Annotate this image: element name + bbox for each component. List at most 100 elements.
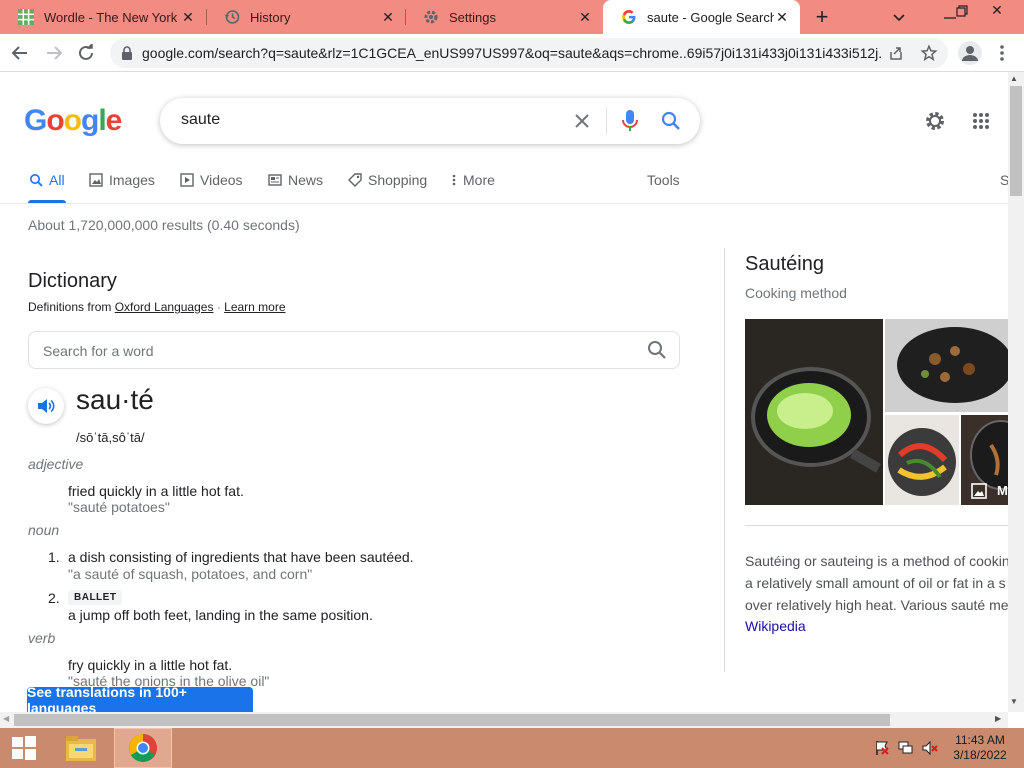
google-g-icon xyxy=(621,9,637,25)
tab-all[interactable]: All xyxy=(29,172,65,188)
settings-gear-icon[interactable] xyxy=(924,110,946,137)
tools-button[interactable]: Tools xyxy=(647,172,680,188)
browser-menu-icon[interactable] xyxy=(994,43,1010,63)
tag-icon xyxy=(348,173,362,187)
knowledge-panel-description: Sautéing or sauteing is a method of cook… xyxy=(745,550,1008,616)
tab-strip: Wordle - The New York T ✕ History ✕ Sett… xyxy=(0,0,1024,34)
logo-letter: o xyxy=(46,104,64,137)
new-tab-icon[interactable]: + xyxy=(812,6,832,28)
close-icon[interactable]: ✕ xyxy=(180,9,196,25)
domain-tag: BALLET xyxy=(68,590,123,605)
wikipedia-link[interactable]: Wikipedia xyxy=(745,618,806,634)
part-of-speech: verb xyxy=(28,630,56,646)
tab-more[interactable]: More xyxy=(451,172,495,188)
panel-image-peppers[interactable] xyxy=(885,415,959,505)
restore-icon[interactable] xyxy=(954,3,970,19)
tab-images[interactable]: Images xyxy=(89,172,155,188)
dictionary-title: Dictionary xyxy=(28,270,117,292)
chrome-taskbar-button[interactable] xyxy=(114,728,172,768)
scroll-down-arrow-icon[interactable]: ▼ xyxy=(1010,697,1018,706)
definition: fry quickly in a little hot fat. xyxy=(68,657,233,673)
windows-taskbar xyxy=(0,728,1024,768)
back-arrow-icon[interactable] xyxy=(8,41,32,65)
logo-letter: G xyxy=(24,104,47,137)
google-results-page: Google saute All Images Videos News Shop… xyxy=(0,72,1008,712)
oxford-languages-link[interactable]: Oxford Languages xyxy=(115,300,214,314)
knowledge-panel-subtitle: Cooking method xyxy=(745,285,847,301)
system-clock[interactable]: 11:43 AM 3/18/2022 xyxy=(950,733,1010,763)
search-icon xyxy=(30,174,43,187)
lock-icon[interactable] xyxy=(120,45,134,66)
separator: · xyxy=(216,300,221,314)
logo-letter: o xyxy=(63,104,82,137)
share-icon[interactable] xyxy=(888,45,904,66)
tab-label: saute - Google Search xyxy=(647,9,774,25)
close-icon[interactable]: ✕ xyxy=(577,9,593,25)
file-explorer-button[interactable] xyxy=(56,728,106,768)
tab-label: Settings xyxy=(449,9,496,25)
image-icon xyxy=(971,483,987,504)
profile-avatar-icon[interactable] xyxy=(958,41,982,65)
action-center-flag-icon[interactable] xyxy=(874,740,890,761)
logo-letter: e xyxy=(105,104,123,137)
tabs-divider xyxy=(0,203,1008,204)
search-icon[interactable] xyxy=(660,110,682,137)
tab-label: History xyxy=(250,9,291,25)
google-logo[interactable]: Google xyxy=(24,104,123,138)
apps-grid-icon[interactable] xyxy=(972,112,990,135)
start-button[interactable] xyxy=(0,728,48,768)
safesearch-button[interactable]: S xyxy=(1000,172,1008,188)
panel-divider xyxy=(724,248,725,672)
chrome-icon xyxy=(129,734,157,762)
tab-label: All xyxy=(49,172,65,188)
scroll-up-arrow-icon[interactable]: ▲ xyxy=(1010,74,1018,83)
gear-icon xyxy=(423,9,439,25)
more-images-button[interactable]: M xyxy=(961,415,1008,505)
tab-label: Wordle - The New York T xyxy=(44,9,180,25)
tab-shopping[interactable]: Shopping xyxy=(348,172,427,188)
tab-news[interactable]: News xyxy=(268,172,323,188)
clock-time: 11:43 AM xyxy=(955,733,1005,747)
window-close-icon[interactable]: ✕ xyxy=(988,2,1006,20)
horizontal-scroll-thumb[interactable] xyxy=(14,714,890,726)
scroll-left-arrow-icon[interactable]: ◀ xyxy=(3,714,9,723)
example: "a sauté of squash, potatoes, and corn" xyxy=(68,566,313,582)
bookmark-star-icon[interactable] xyxy=(920,44,938,67)
definition: a jump off both feet, landing in the sam… xyxy=(68,607,373,623)
address-bar[interactable]: google.com/search?q=saute&rlz=1C1GCEA_en… xyxy=(110,38,948,68)
mic-icon[interactable] xyxy=(621,109,639,138)
search-input[interactable]: saute xyxy=(181,111,220,129)
part-of-speech: noun xyxy=(28,522,60,538)
scroll-right-arrow-icon[interactable]: ▶ xyxy=(995,714,1001,723)
search-icon[interactable] xyxy=(647,340,667,365)
vertical-scroll-thumb[interactable] xyxy=(1010,86,1022,196)
play-icon xyxy=(180,173,194,187)
close-icon[interactable]: ✕ xyxy=(380,9,396,25)
tab-videos[interactable]: Videos xyxy=(180,172,243,188)
description-line: Sautéing or sauteing is a method of cook… xyxy=(745,553,1008,569)
word-search-input[interactable]: Search for a word xyxy=(28,331,680,369)
tab-google-search[interactable]: saute - Google Search ✕ xyxy=(603,0,800,34)
translations-button[interactable]: See translations in 100+ languages xyxy=(27,684,253,712)
panel-image-pan-greens[interactable] xyxy=(745,319,883,505)
tools-label: Tools xyxy=(647,172,680,188)
tab-wordle[interactable]: Wordle - The New York T ✕ xyxy=(0,0,206,34)
search-box[interactable]: saute xyxy=(160,98,700,144)
tab-label: Shopping xyxy=(368,172,428,188)
clear-icon[interactable] xyxy=(572,111,592,136)
reload-icon[interactable] xyxy=(74,41,98,65)
search-divider xyxy=(606,108,607,134)
network-icon[interactable] xyxy=(898,740,914,761)
tab-settings[interactable]: Settings ✕ xyxy=(405,0,603,34)
tab-search-chevron-icon[interactable] xyxy=(890,8,908,26)
pronunciation-button[interactable] xyxy=(28,388,64,424)
tab-history[interactable]: History ✕ xyxy=(206,0,406,34)
speaker-icon xyxy=(38,399,55,413)
panel-image-mushrooms[interactable] xyxy=(885,319,1008,412)
volume-muted-icon[interactable] xyxy=(922,740,938,761)
close-icon[interactable]: ✕ xyxy=(774,9,790,25)
forward-arrow-icon[interactable] xyxy=(42,41,66,65)
learn-more-link[interactable]: Learn more xyxy=(224,300,285,314)
folder-icon xyxy=(66,736,96,761)
definition: a dish consisting of ingredients that ha… xyxy=(68,549,414,565)
